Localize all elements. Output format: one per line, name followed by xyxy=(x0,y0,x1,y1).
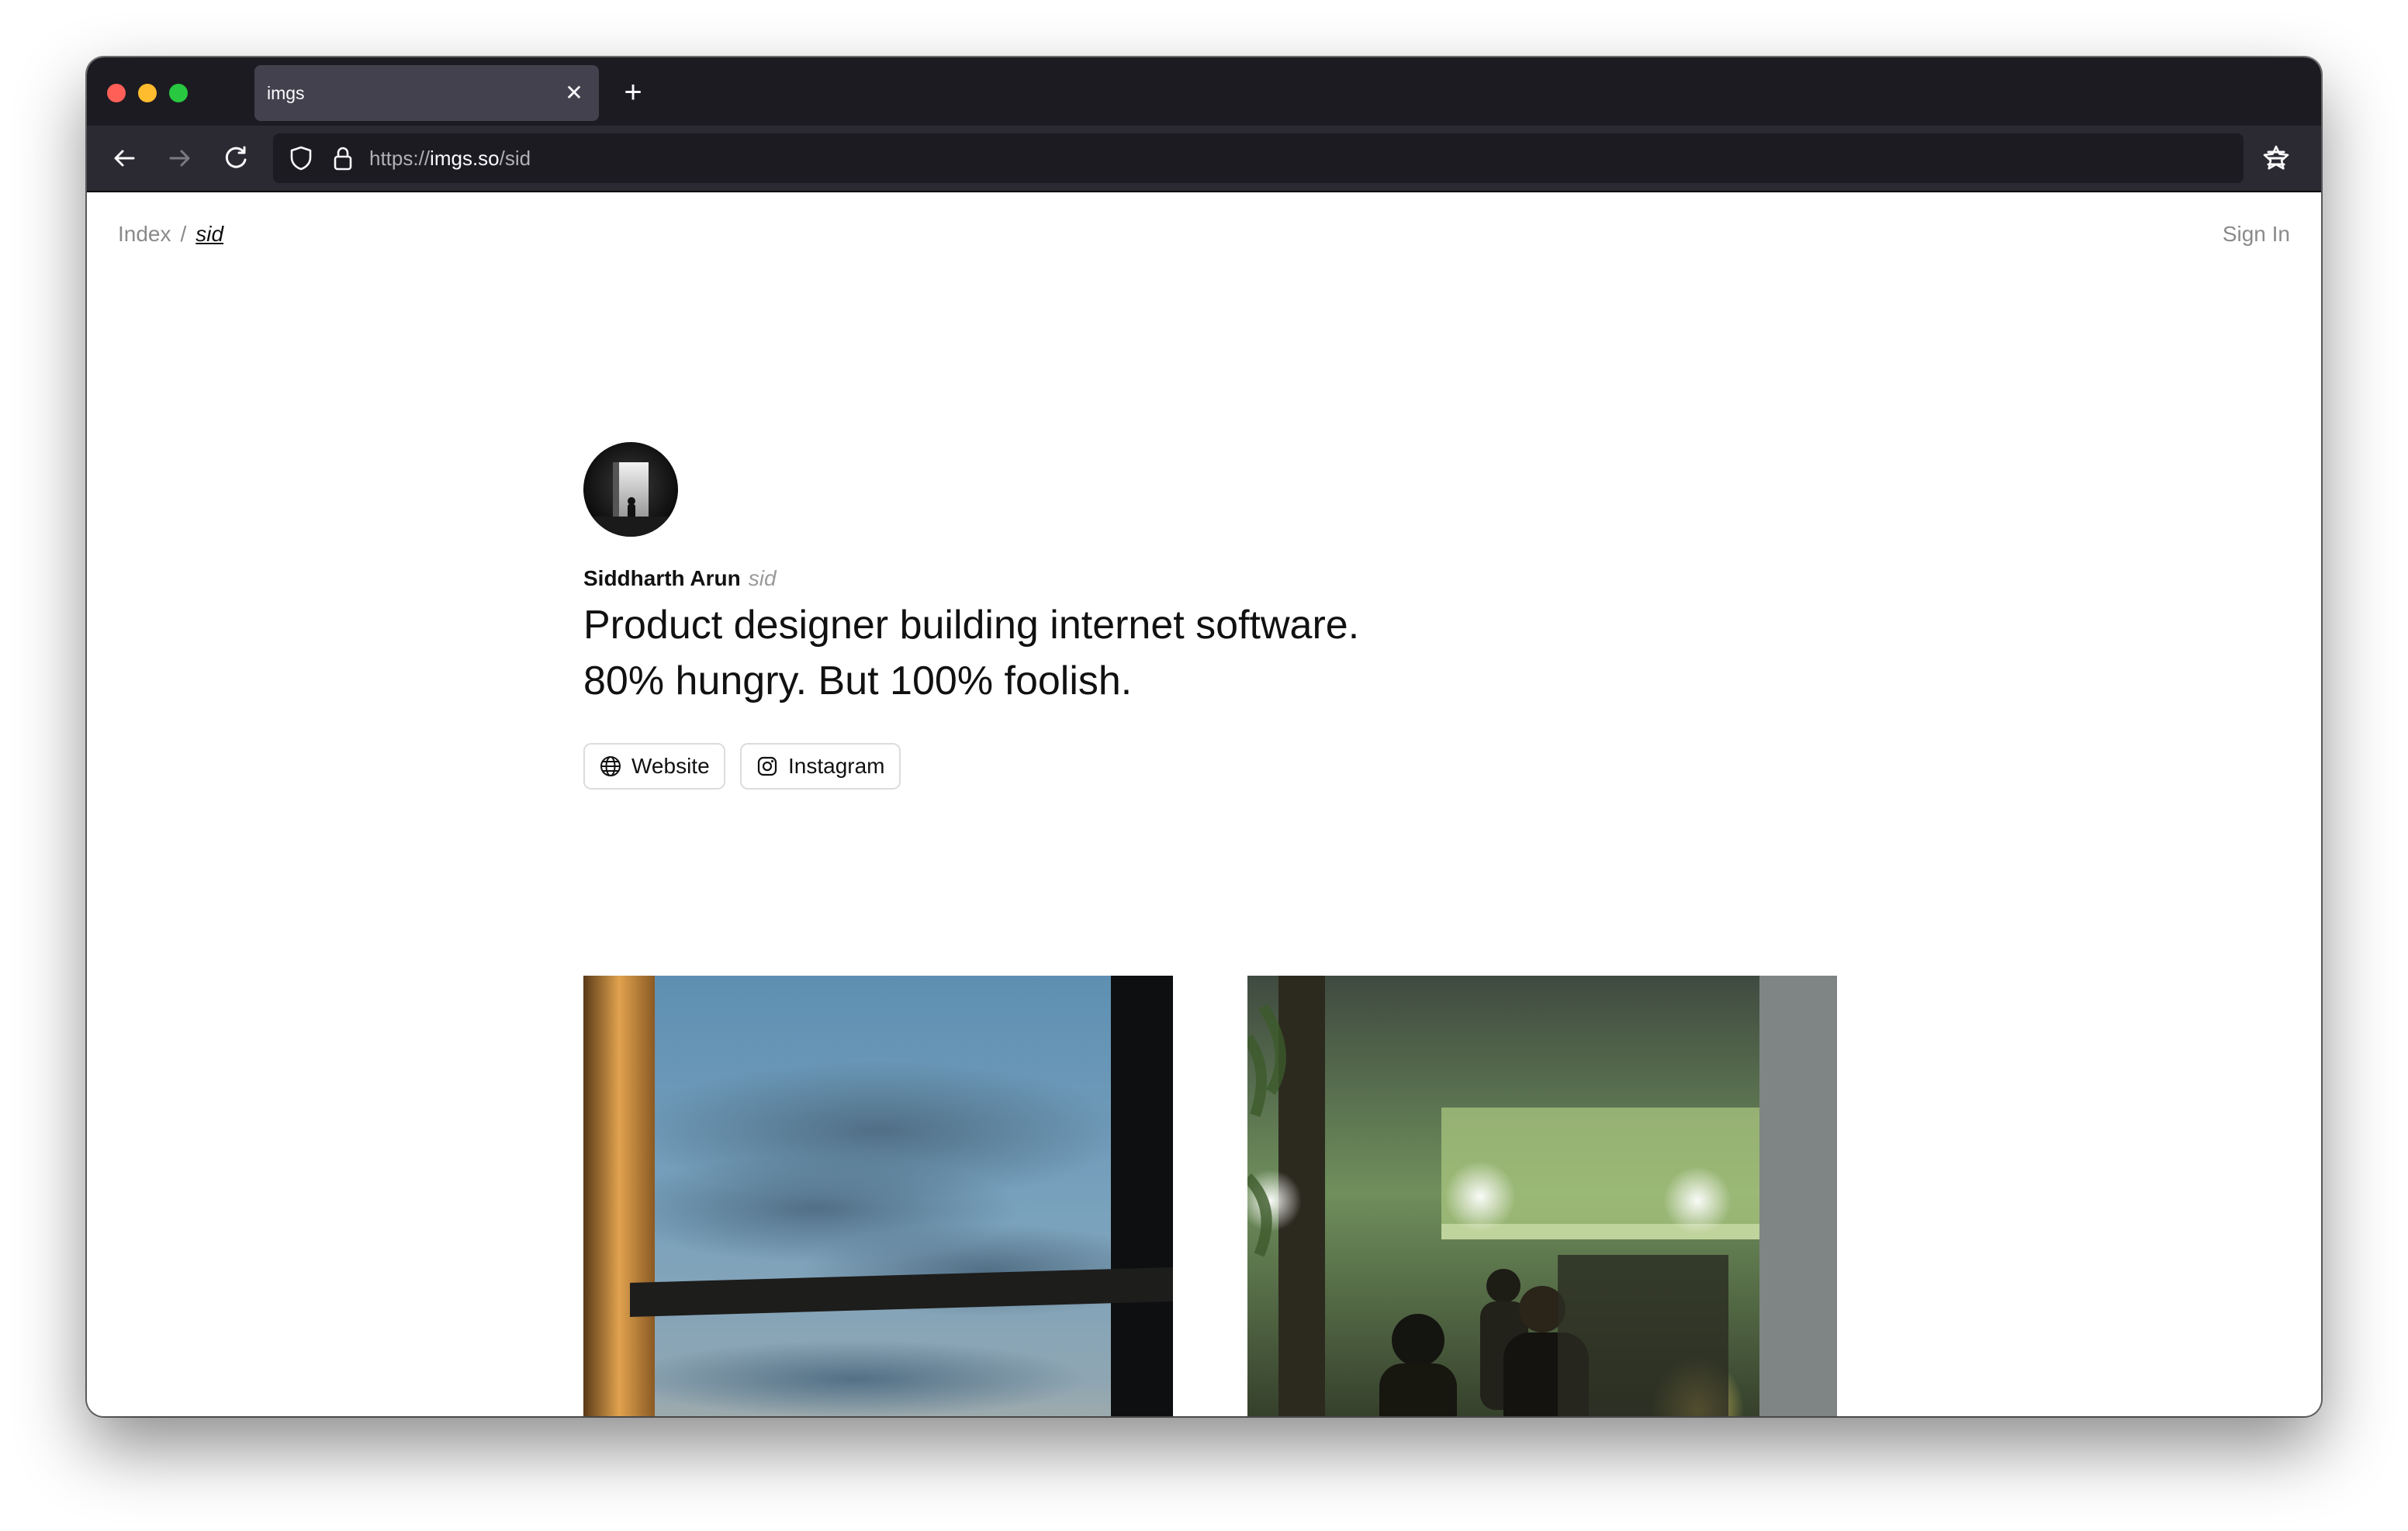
profile-handle: sid xyxy=(748,566,777,590)
photo-window-sky[interactable] xyxy=(583,976,1173,1416)
breadcrumb: Index / sid xyxy=(118,222,223,247)
browser-tab[interactable]: imgs ✕ xyxy=(254,65,599,121)
url-text[interactable]: https://imgs.so/sid xyxy=(369,133,531,183)
new-tab-button[interactable]: + xyxy=(618,77,649,109)
url-path: /sid xyxy=(499,147,531,170)
instagram-link-label: Instagram xyxy=(788,754,885,778)
minimize-window-button[interactable] xyxy=(138,84,157,102)
browser-toolbar: https://imgs.so/sid xyxy=(87,126,2321,192)
page-content: Index / sid Sign In Siddharth Arun sid P… xyxy=(87,192,2321,1416)
website-link-button[interactable]: Website xyxy=(583,743,725,790)
back-button[interactable] xyxy=(107,141,141,175)
arrow-left-icon xyxy=(114,150,135,167)
arrow-right-icon xyxy=(169,150,190,167)
maximize-window-button[interactable] xyxy=(169,84,188,102)
photo-cafe-interior[interactable] xyxy=(1247,976,1837,1416)
reload-button[interactable] xyxy=(219,141,253,175)
profile-bio: Product designer building internet softw… xyxy=(583,603,1360,703)
address-bar[interactable]: https://imgs.so/sid xyxy=(273,133,2244,183)
sign-in-link[interactable]: Sign In xyxy=(2223,222,2290,247)
instagram-link-button[interactable]: Instagram xyxy=(740,743,901,790)
shield-icon[interactable] xyxy=(285,143,317,174)
forward-button[interactable] xyxy=(163,141,197,175)
hamburger-menu-icon xyxy=(2267,150,2285,166)
instagram-icon xyxy=(757,756,777,776)
avatar xyxy=(583,442,678,537)
reload-icon xyxy=(225,146,247,168)
lock-icon[interactable] xyxy=(327,143,358,174)
close-tab-icon[interactable]: ✕ xyxy=(560,79,588,107)
profile-name: Siddharth Arun xyxy=(583,566,741,590)
profile-name-line: Siddharth Arun sid xyxy=(583,566,777,591)
globe-icon xyxy=(600,756,621,776)
tab-title: imgs xyxy=(267,83,305,103)
menu-button[interactable] xyxy=(2213,141,2285,175)
browser-window: imgs ✕ + https://imgs.so/sid Index / sid… xyxy=(87,57,2321,1416)
breadcrumb-index-link[interactable]: Index xyxy=(118,222,171,246)
url-scheme: https:// xyxy=(369,147,431,170)
tab-bar: imgs ✕ + xyxy=(87,57,2321,126)
breadcrumb-separator: / xyxy=(180,222,187,246)
website-link-label: Website xyxy=(631,754,710,778)
close-window-button[interactable] xyxy=(107,84,126,102)
breadcrumb-current-link[interactable]: sid xyxy=(195,222,223,246)
url-host: imgs.so xyxy=(430,147,500,170)
